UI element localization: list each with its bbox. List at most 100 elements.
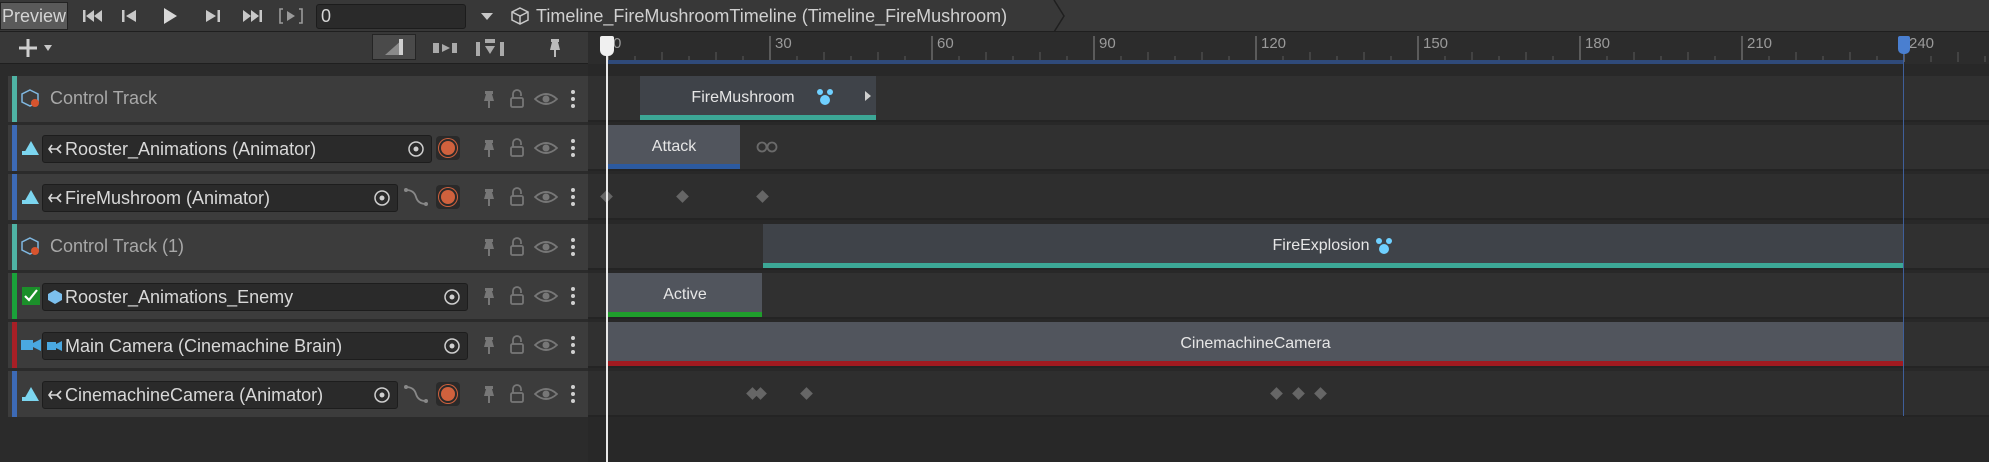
kebab-icon[interactable] — [570, 89, 576, 109]
lane-rooster-animations[interactable]: Attack — [588, 125, 1989, 171]
record-icon[interactable] — [436, 382, 460, 406]
preview-button[interactable]: Preview — [0, 2, 68, 30]
prefab-icon — [510, 6, 530, 26]
curves-icon[interactable] — [404, 383, 428, 405]
lock-icon[interactable] — [506, 334, 528, 356]
track-color-stripe — [12, 76, 17, 122]
play-first-icon[interactable] — [80, 3, 108, 29]
binding-field[interactable]: CinemachineCamera (Animator) — [42, 381, 398, 409]
kebab-icon[interactable] — [570, 286, 576, 306]
snap-button[interactable] — [372, 34, 416, 60]
lock-icon[interactable] — [506, 383, 528, 405]
add-track-button[interactable] — [10, 35, 60, 61]
clip-cinemachinecamera[interactable]: CinemachineCamera — [608, 322, 1903, 366]
eye-icon[interactable] — [533, 334, 559, 356]
mix-icon[interactable] — [470, 35, 510, 61]
pin-icon[interactable] — [478, 236, 500, 258]
clip-arrow-icon — [864, 90, 872, 102]
binding-field[interactable]: FireMushroom (Animator) — [42, 184, 398, 212]
loop-icon — [756, 140, 778, 154]
lane-rooster-enemy[interactable]: Active — [588, 273, 1989, 319]
keyframe[interactable] — [676, 190, 689, 203]
keyframe[interactable] — [756, 190, 769, 203]
next-frame-icon[interactable] — [198, 3, 226, 29]
lock-icon[interactable] — [506, 186, 528, 208]
eye-icon[interactable] — [533, 186, 559, 208]
time-ruler[interactable]: 0 30 60 90 120 150 180 210 240 — [588, 32, 1989, 64]
eye-icon[interactable] — [533, 88, 559, 110]
binding-field[interactable]: Main Camera (Cinemachine Brain) — [42, 332, 468, 360]
track-color-stripe — [12, 371, 17, 417]
track-header[interactable]: Rooster_Animations (Animator) — [8, 125, 588, 171]
lane-main-camera[interactable]: CinemachineCamera — [588, 322, 1989, 368]
play-range-icon[interactable] — [276, 3, 306, 29]
timeline-window: Preview 0 Timeline_FireMushroomTimeline — [0, 0, 1989, 462]
track-header[interactable]: CinemachineCamera (Animator) — [8, 371, 588, 417]
pin-icon[interactable] — [478, 285, 500, 307]
timeline-asset-title[interactable]: Timeline_FireMushroomTimeline (Timeline_… — [536, 6, 1007, 27]
play-icon[interactable] — [156, 3, 184, 29]
target-icon[interactable] — [443, 337, 461, 355]
pin-icon[interactable] — [478, 383, 500, 405]
target-icon[interactable] — [373, 386, 391, 404]
track-header[interactable]: Control Track (1) — [8, 224, 588, 270]
lock-icon[interactable] — [506, 88, 528, 110]
kebab-icon[interactable] — [570, 187, 576, 207]
end-marker-handle[interactable] — [1898, 36, 1910, 54]
prev-frame-icon[interactable] — [116, 3, 144, 29]
target-icon[interactable] — [373, 189, 391, 207]
eye-icon[interactable] — [533, 137, 559, 159]
record-icon[interactable] — [436, 136, 460, 160]
keyframe[interactable] — [1314, 387, 1327, 400]
keyframe[interactable] — [754, 387, 767, 400]
lane-cinemachinecamera-animator[interactable] — [588, 371, 1989, 417]
curves-icon[interactable] — [404, 186, 428, 208]
eye-icon[interactable] — [533, 285, 559, 307]
binding-field[interactable]: Rooster_Animations_Enemy — [42, 283, 468, 311]
pin-icon[interactable] — [478, 186, 500, 208]
kebab-icon[interactable] — [570, 237, 576, 257]
frame-input[interactable]: 0 — [316, 4, 466, 29]
target-icon[interactable] — [443, 288, 461, 306]
animator-icon — [47, 190, 63, 206]
track-toolbar — [0, 32, 588, 64]
lock-icon[interactable] — [506, 285, 528, 307]
lane-firemushroom-animator[interactable] — [588, 174, 1989, 220]
keyframe[interactable] — [1270, 387, 1283, 400]
dropdown-icon[interactable] — [474, 3, 500, 29]
lock-icon[interactable] — [506, 236, 528, 258]
track-header[interactable]: Rooster_Animations_Enemy — [8, 273, 588, 319]
lane-control-track-1[interactable]: FireExplosion — [588, 224, 1989, 270]
record-icon[interactable] — [436, 185, 460, 209]
lane-control-track[interactable]: FireMushroom — [588, 76, 1989, 122]
eye-icon[interactable] — [533, 383, 559, 405]
eye-icon[interactable] — [533, 236, 559, 258]
pin-icon[interactable] — [540, 35, 570, 61]
play-last-icon[interactable] — [236, 3, 266, 29]
kebab-icon[interactable] — [570, 384, 576, 404]
track-header[interactable]: Main Camera (Cinemachine Brain) — [8, 322, 588, 368]
keyframe[interactable] — [1292, 387, 1305, 400]
kebab-icon[interactable] — [570, 138, 576, 158]
clip-active[interactable]: Active — [608, 273, 762, 317]
ripple-icon[interactable] — [428, 35, 462, 61]
track-header[interactable]: FireMushroom (Animator) — [8, 174, 588, 220]
clip-fireexplosion[interactable]: FireExplosion — [763, 224, 1903, 268]
playhead[interactable] — [606, 46, 608, 462]
kebab-icon[interactable] — [570, 335, 576, 355]
track-header[interactable]: Control Track — [8, 76, 588, 122]
pin-icon[interactable] — [478, 137, 500, 159]
pin-icon[interactable] — [478, 88, 500, 110]
lock-icon[interactable] — [506, 137, 528, 159]
binding-field[interactable]: Rooster_Animations (Animator) — [42, 135, 432, 163]
clip-attack[interactable]: Attack — [608, 125, 740, 169]
keyframe[interactable] — [800, 387, 813, 400]
ruler-label: 30 — [775, 35, 792, 52]
playhead-handle[interactable] — [600, 36, 614, 56]
target-icon[interactable] — [407, 140, 425, 158]
pin-icon[interactable] — [478, 334, 500, 356]
clip-firemushroom[interactable]: FireMushroom — [640, 76, 876, 120]
track-color-stripe — [12, 224, 17, 270]
gameobject-icon — [47, 289, 63, 305]
clip-color-bar — [608, 312, 762, 317]
